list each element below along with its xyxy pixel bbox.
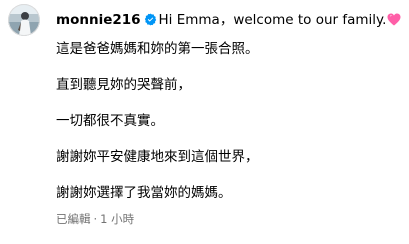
meta-separator: · xyxy=(93,212,98,226)
greeting-text: Hi Emma，welcome to our family. xyxy=(158,12,387,28)
comment-line-5: 謝謝妳選擇了我當妳的媽媽。 xyxy=(56,185,232,201)
comment-header: monnie216 Hi Emma，welcome to our family. xyxy=(56,11,401,29)
timestamp[interactable]: 1 小時 xyxy=(100,212,134,226)
comment-line-1: 這是爸爸媽媽和妳的第一張合照。 xyxy=(56,41,259,57)
comment-block: monnie216 Hi Emma，welcome to our family. … xyxy=(0,0,409,244)
comment-line-3: 一切都很不真實。 xyxy=(56,113,164,129)
comment-line-2: 直到聽見妳的哭聲前， xyxy=(56,77,191,93)
username-link[interactable]: monnie216 xyxy=(56,12,141,28)
pink-heart-emoji-icon xyxy=(387,13,401,26)
comment-meta: 已編輯 · 1 小時 xyxy=(56,212,401,226)
edited-label[interactable]: 已編輯 xyxy=(56,212,91,226)
avatar[interactable] xyxy=(8,4,40,36)
avatar-image xyxy=(8,4,40,36)
verified-badge-icon xyxy=(144,13,157,26)
comment-body: monnie216 Hi Emma，welcome to our family. … xyxy=(56,11,401,226)
comment-line-4: 謝謝妳平安健康地來到這個世界， xyxy=(56,149,259,165)
